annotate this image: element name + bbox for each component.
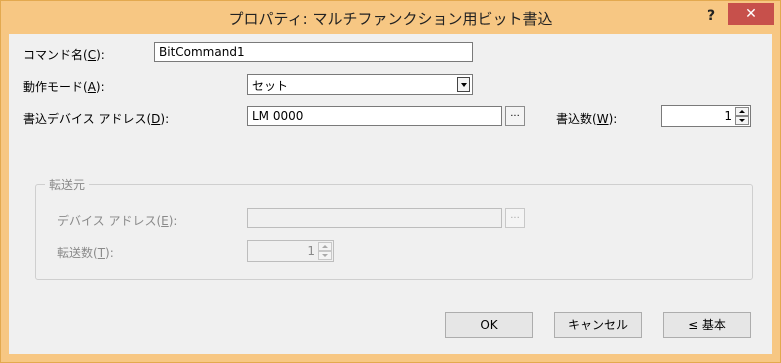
device-address-browse-button[interactable]: ...	[505, 208, 525, 228]
decrement-arrow-icon[interactable]	[735, 116, 749, 125]
write-count-label: 書込数(W):	[556, 112, 618, 126]
decrement-arrow-icon[interactable]	[318, 251, 332, 260]
dialog-title: プロパティ: マルチファンクション用ビット書込	[228, 10, 553, 28]
write-device-address-input[interactable]: LM 0000	[247, 106, 502, 126]
browse-button[interactable]: ...	[505, 106, 525, 126]
increment-arrow-icon[interactable]	[735, 107, 749, 116]
write-count-value: 1	[724, 109, 732, 123]
chevron-down-icon[interactable]	[457, 77, 470, 92]
basic-button[interactable]: ≤ 基本	[663, 312, 751, 338]
cancel-button[interactable]: キャンセル	[554, 312, 642, 338]
transfer-count-stepper[interactable]: 1	[247, 240, 334, 262]
transfer-count-label: 転送数(T):	[57, 246, 114, 260]
operation-mode-value: セット	[252, 79, 289, 93]
help-button[interactable]: ?	[701, 5, 721, 27]
dialog-body: コマンド名(C): BitCommand1 動作モード(A): セット 書込デバ…	[9, 34, 772, 354]
transfer-count-spinner-buttons	[318, 242, 332, 260]
close-button[interactable]: ✕	[728, 3, 774, 25]
transfer-source-legend: 転送元	[45, 176, 90, 193]
write-device-address-label: 書込デバイス アドレス(D):	[23, 112, 170, 126]
write-count-stepper[interactable]: 1	[661, 105, 751, 127]
ok-button[interactable]: OK	[445, 312, 533, 338]
operation-mode-select[interactable]: セット	[247, 74, 473, 95]
operation-mode-label: 動作モード(A):	[23, 80, 105, 94]
command-name-label: コマンド名(C):	[23, 48, 105, 62]
title-bar[interactable]: プロパティ: マルチファンクション用ビット書込 ? ✕	[1, 1, 780, 33]
device-address-label: デバイス アドレス(E):	[57, 214, 178, 228]
device-address-input[interactable]	[247, 208, 502, 228]
transfer-source-group	[35, 184, 753, 280]
spinner-buttons	[735, 107, 749, 125]
transfer-count-value: 1	[307, 244, 315, 258]
increment-arrow-icon[interactable]	[318, 242, 332, 251]
properties-dialog: プロパティ: マルチファンクション用ビット書込 ? ✕ コマンド名(C): Bi…	[0, 0, 781, 363]
command-name-input[interactable]: BitCommand1	[154, 42, 473, 62]
